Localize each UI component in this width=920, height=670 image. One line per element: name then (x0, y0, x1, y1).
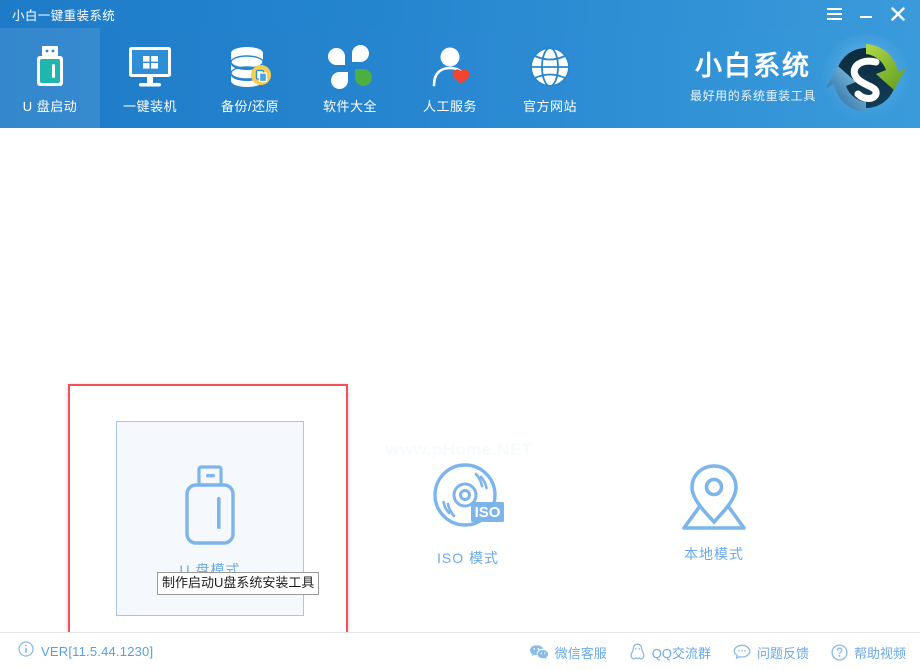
monitor-windows-icon (126, 44, 174, 90)
clover-apps-icon (328, 44, 372, 90)
nav-item-official-site[interactable]: 官方网站 (500, 28, 600, 128)
chat-bubble-icon (733, 644, 751, 660)
brand-name: 小白系统 (695, 52, 811, 82)
footer-link-wechat-service[interactable]: 微信客服 (529, 643, 607, 662)
question-circle-icon (831, 644, 848, 661)
mode-card-local[interactable]: 本地模式 (660, 462, 768, 564)
brand-text: 小白系统 最好用的系统重装工具 (690, 52, 816, 104)
version-info: VER[11.5.44.1230] (18, 641, 153, 662)
nav-label: U 盘启动 (23, 96, 78, 115)
nav-label: 一键装机 (123, 96, 177, 115)
usb-mode-tooltip: 制作启动U盘系统安装工具 (157, 572, 319, 595)
info-circle-icon (18, 641, 34, 662)
footer-link-help-video[interactable]: 帮助视频 (831, 643, 906, 662)
window-title: 小白一键重装系统 (12, 5, 115, 24)
wechat-icon (529, 644, 549, 661)
refresh-cycle-logo (820, 32, 912, 124)
minimize-icon[interactable] (850, 0, 882, 28)
nav-item-one-key-install[interactable]: 一键装机 (100, 28, 200, 128)
footer-link-label: 帮助视频 (854, 643, 906, 662)
close-icon[interactable] (882, 0, 914, 28)
nav-item-human-service[interactable]: 人工服务 (400, 28, 500, 128)
hamburger-icon[interactable] (818, 0, 850, 28)
app-window: 小白一键重装系统 (0, 0, 920, 670)
nav-label: 官方网站 (523, 96, 577, 115)
footer-link-label: QQ交流群 (652, 643, 711, 662)
main-navigation: U 盘启动 一键装机 (0, 28, 920, 128)
window-controls (818, 0, 914, 28)
brand-tagline: 最好用的系统重装工具 (690, 87, 816, 104)
usb-drive-icon (31, 44, 69, 90)
nav-item-backup-restore[interactable]: 备份/还原 (200, 28, 300, 128)
map-pin-icon (676, 462, 752, 534)
site-watermark: www.pHome.NET (386, 440, 533, 460)
person-heart-icon (428, 44, 472, 90)
footer-bar: VER[11.5.44.1230] 微信客服 (0, 632, 920, 670)
footer-links: 微信客服 QQ交流群 (529, 633, 906, 670)
globe-icon (528, 44, 572, 90)
iso-disc-icon: ISO (428, 458, 508, 538)
main-content: www.pHome.NET U 盘模式 制作启动U盘系统安装工具 (0, 128, 920, 632)
nav-item-software-library[interactable]: 软件大全 (300, 28, 400, 128)
svg-text:ISO: ISO (475, 504, 501, 521)
nav-label: 人工服务 (423, 96, 477, 115)
version-text: VER[11.5.44.1230] (41, 644, 153, 659)
footer-link-label: 问题反馈 (757, 643, 809, 662)
mode-label: 本地模式 (684, 544, 744, 564)
mode-card-iso[interactable]: ISO ISO 模式 (414, 458, 522, 568)
title-bar: 小白一键重装系统 (0, 0, 920, 28)
footer-link-qq-group[interactable]: QQ交流群 (629, 643, 711, 662)
usb-stick-icon (180, 464, 240, 550)
nav-label: 备份/还原 (221, 96, 279, 115)
mode-label: ISO 模式 (437, 548, 499, 568)
brand-logo-area: 小白系统 最好用的系统重装工具 (690, 28, 920, 128)
footer-link-label: 微信客服 (555, 643, 607, 662)
footer-link-feedback[interactable]: 问题反馈 (733, 643, 809, 662)
qq-penguin-icon (629, 643, 646, 661)
nav-label: 软件大全 (323, 96, 377, 115)
database-copy-icon (227, 44, 273, 90)
nav-item-usb-boot[interactable]: U 盘启动 (0, 28, 100, 128)
